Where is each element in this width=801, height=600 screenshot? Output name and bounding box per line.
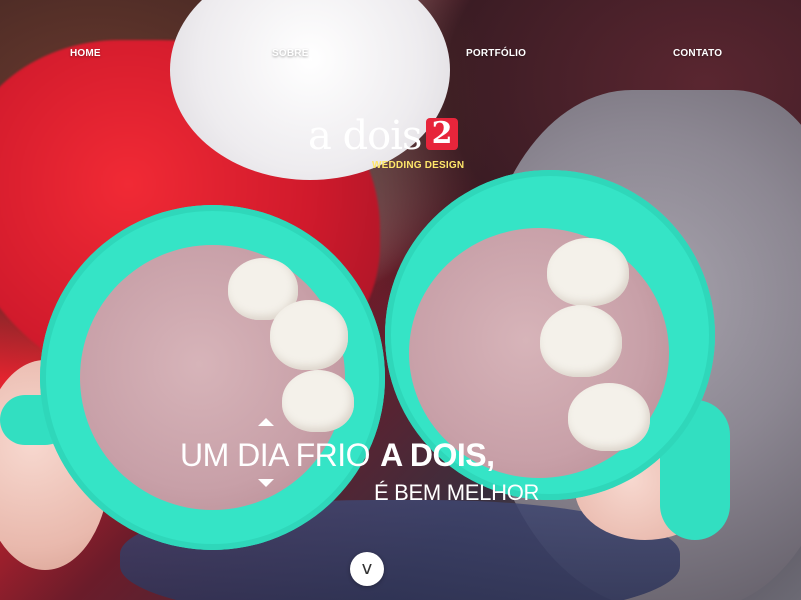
- nav-contato[interactable]: CONTATO: [673, 48, 722, 59]
- logo-subtitle: WEDDING DESIGN: [372, 160, 465, 171]
- site-logo[interactable]: a dois 2 WEDDING DESIGN: [300, 112, 470, 182]
- hero-headline: UM DIA FRIO A DOIS,: [180, 437, 495, 473]
- logo-text: a dois: [308, 113, 423, 159]
- hero-background: HOME SOBRE PORTFÓLIO CONTATO a dois 2 WE…: [0, 0, 801, 600]
- slider-down-arrow-icon[interactable]: [258, 479, 274, 487]
- nav-home[interactable]: HOME: [70, 48, 101, 59]
- main-navigation: HOME SOBRE PORTFÓLIO CONTATO: [0, 0, 801, 59]
- scroll-down-button[interactable]: v: [350, 552, 384, 586]
- marshmallow-5: [540, 305, 622, 377]
- headline-light: UM DIA FRIO: [180, 437, 371, 473]
- headline-bold: A DOIS,: [380, 437, 495, 473]
- hero-subline: É BEM MELHOR: [374, 480, 540, 505]
- slider-up-arrow-icon[interactable]: [258, 418, 274, 426]
- chevron-down-icon: v: [361, 558, 373, 579]
- marshmallow-3: [282, 370, 354, 432]
- marshmallow-2: [270, 300, 348, 370]
- logo-mark: 2: [426, 118, 458, 150]
- marshmallow-4: [547, 238, 629, 306]
- marshmallow-6: [568, 383, 650, 451]
- nav-portfolio[interactable]: PORTFÓLIO: [466, 48, 526, 59]
- nav-sobre[interactable]: SOBRE: [272, 48, 309, 59]
